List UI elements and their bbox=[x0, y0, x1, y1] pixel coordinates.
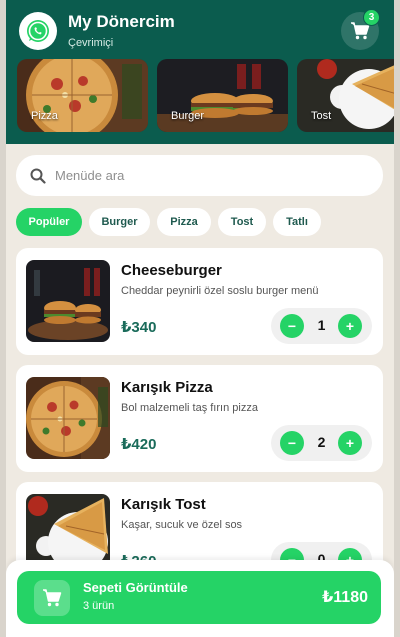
search-input[interactable]: Menüde ara bbox=[16, 155, 383, 196]
category-card-burger[interactable]: Burger bbox=[157, 59, 288, 132]
search-icon bbox=[30, 168, 46, 184]
decrease-button[interactable]: − bbox=[280, 431, 304, 455]
item-description: Bol malzemeli taş fırın pizza bbox=[121, 402, 258, 414]
quantity-value: 2 bbox=[317, 434, 326, 450]
filter-chip-popular[interactable]: Popüler bbox=[16, 208, 82, 236]
menu-item-card[interactable]: Cheeseburger Cheddar peynirli özel soslu… bbox=[16, 248, 383, 355]
increase-button[interactable]: + bbox=[338, 431, 362, 455]
item-image bbox=[26, 260, 110, 342]
online-status: Çevrimiçi bbox=[68, 37, 114, 49]
whatsapp-logo-icon bbox=[19, 12, 57, 50]
filter-chip-toast[interactable]: Tost bbox=[218, 208, 266, 236]
checkout-bar: Sepeti Görüntüle 3 ürün ₺1180 bbox=[6, 560, 394, 637]
filter-chip-dessert[interactable]: Tatlı bbox=[273, 208, 321, 236]
header: My Dönercim Çevrimiçi 3 Pizza Burger Tos… bbox=[6, 0, 394, 144]
view-cart-label: Sepeti Görüntüle bbox=[83, 580, 188, 595]
cart-total: ₺1180 bbox=[322, 589, 368, 606]
quantity-stepper: − 1 + bbox=[271, 308, 372, 344]
item-image bbox=[26, 377, 110, 459]
item-price: ₺340 bbox=[121, 319, 157, 336]
item-description: Cheddar peynirli özel soslu burger menü bbox=[121, 285, 319, 297]
item-name: Karışık Pizza bbox=[121, 379, 213, 396]
filter-chip-pizza[interactable]: Pizza bbox=[157, 208, 211, 236]
item-description: Kaşar, sucuk ve özel sos bbox=[121, 519, 243, 531]
menu-item-card[interactable]: Karışık Pizza Bol malzemeli taş fırın pi… bbox=[16, 365, 383, 472]
search-placeholder: Menüde ara bbox=[55, 168, 125, 183]
category-carousel: Pizza Burger Tost bbox=[17, 59, 394, 132]
cart-icon bbox=[34, 580, 70, 616]
view-cart-button[interactable]: Sepeti Görüntüle 3 ürün ₺1180 bbox=[17, 571, 381, 624]
app-title: My Dönercim bbox=[68, 12, 175, 31]
category-card-toast[interactable]: Tost bbox=[297, 59, 394, 132]
filter-chip-burger[interactable]: Burger bbox=[89, 208, 150, 236]
category-label: Tost bbox=[311, 110, 332, 122]
increase-button[interactable]: + bbox=[338, 314, 362, 338]
quantity-value: 1 bbox=[317, 317, 326, 333]
cart-item-count: 3 ürün bbox=[83, 600, 115, 612]
app-screen: My Dönercim Çevrimiçi 3 Pizza Burger Tos… bbox=[6, 0, 394, 637]
decrease-button[interactable]: − bbox=[280, 314, 304, 338]
quantity-stepper: − 2 + bbox=[271, 425, 372, 461]
item-name: Cheeseburger bbox=[121, 262, 222, 279]
cart-count-badge: 3 bbox=[363, 9, 380, 26]
category-label: Pizza bbox=[31, 110, 58, 122]
category-card-pizza[interactable]: Pizza bbox=[17, 59, 148, 132]
item-name: Karışık Tost bbox=[121, 496, 206, 513]
category-label: Burger bbox=[171, 110, 205, 122]
item-price: ₺420 bbox=[121, 436, 157, 453]
